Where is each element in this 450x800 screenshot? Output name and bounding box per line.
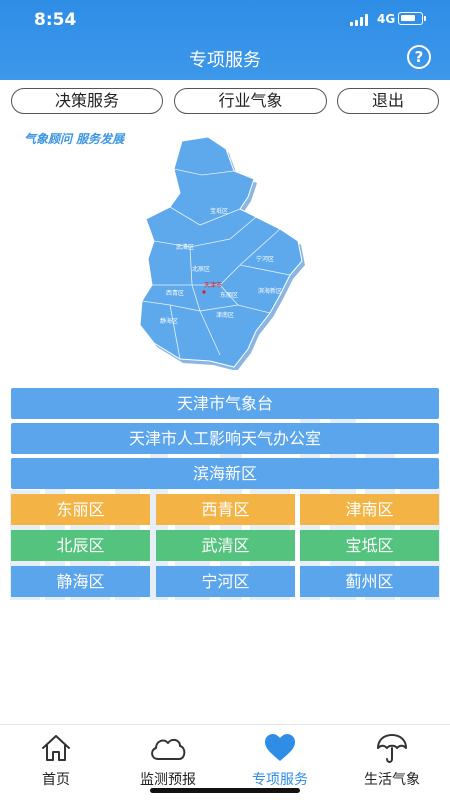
question-circle-icon[interactable]: ? [407, 45, 431, 69]
umbrella-icon [377, 734, 407, 763]
district-button-wuqing[interactable]: 武清区 [156, 530, 295, 561]
map-label-xiqing: 西青区 [166, 289, 184, 297]
tianjin-district-map: 蓟州区 宝坻区 武清区 宁河区 北辰区 天津市 西青区 东丽区 滨海新区 静海区… [139, 136, 305, 370]
nav-label-monitoring: 监测预报 [140, 772, 196, 788]
cloud-icon [151, 738, 186, 760]
nav-item-home[interactable]: 首页 [0, 725, 112, 800]
district-button-jinghai[interactable]: 静海区 [11, 566, 150, 597]
district-button-baodi[interactable]: 宝坻区 [300, 530, 439, 561]
nav-label-special-service: 专项服务 [252, 772, 308, 788]
network-type: 4G [377, 12, 396, 26]
district-button-beichen[interactable]: 北辰区 [11, 530, 150, 561]
status-time: 8:54 [34, 10, 77, 30]
heart-icon [265, 734, 295, 761]
binhai-new-area-button[interactable]: 滨海新区 [11, 458, 439, 489]
slogan: 气象顾问 服务发展 [24, 132, 125, 146]
weather-modification-office-button[interactable]: 天津市人工影响天气办公室 [11, 423, 439, 454]
tianjin-observatory-button[interactable]: 天津市气象台 [11, 388, 439, 419]
page-title: 专项服务 [189, 50, 261, 71]
map-label-wuqing: 武清区 [176, 243, 194, 251]
district-button-jizhou[interactable]: 蓟州区 [300, 566, 439, 597]
header: 8:54 4G 专项服务 ? [0, 0, 450, 80]
map-label-tianjin-city: 天津市 [204, 281, 222, 289]
map-label-ninghe: 宁河区 [256, 255, 274, 263]
map-outline [139, 136, 303, 368]
nav-label-life-weather: 生活气象 [364, 772, 420, 788]
map-label-beichen: 北辰区 [192, 265, 210, 273]
map-label-baodi: 宝坻区 [210, 207, 228, 215]
home-indicator [150, 788, 300, 793]
city-marker-icon [202, 290, 206, 294]
decision-service-button[interactable]: 决策服务 [11, 88, 163, 114]
battery-icon [398, 12, 426, 25]
map-label-jinghai: 静海区 [160, 317, 178, 325]
signal-icon [350, 14, 372, 26]
exit-button[interactable]: 退出 [337, 88, 439, 114]
nav-item-life-weather[interactable]: 生活气象 [336, 725, 448, 800]
nav-label-home: 首页 [42, 772, 70, 788]
district-button-dongli[interactable]: 东丽区 [11, 494, 150, 525]
home-icon [42, 735, 70, 761]
district-button-ninghe[interactable]: 宁河区 [156, 566, 295, 597]
map-label-binhai: 滨海新区 [258, 287, 282, 295]
industry-weather-button[interactable]: 行业气象 [174, 88, 327, 114]
map-label-jizhou: 蓟州区 [230, 154, 248, 162]
map-label-jinnan: 津南区 [216, 311, 234, 319]
district-button-jinnan[interactable]: 津南区 [300, 494, 439, 525]
status-bar: 8:54 4G [0, 0, 450, 40]
district-button-xiqing[interactable]: 西青区 [156, 494, 295, 525]
map-label-dongli: 东丽区 [220, 291, 238, 299]
